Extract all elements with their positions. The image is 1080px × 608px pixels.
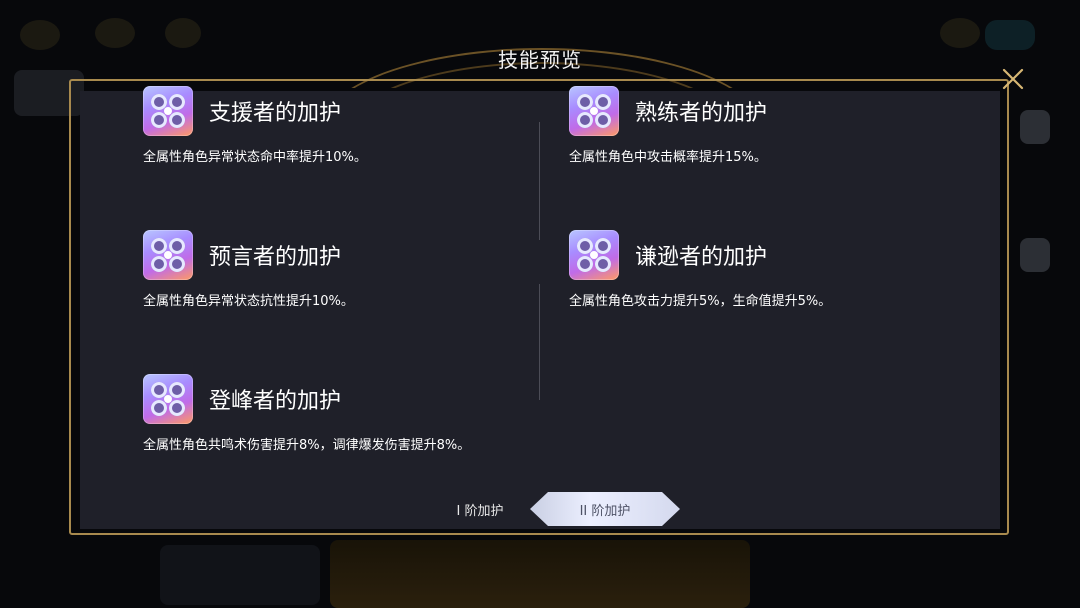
skill-card: 支援者的加护 全属性角色异常状态命中率提升10%。 (143, 86, 573, 176)
skill-description: 全属性角色中攻击概率提升15%。 (569, 150, 767, 165)
close-icon (1002, 68, 1024, 90)
skill-icon (143, 374, 193, 424)
dialog-title: 技能预览 (498, 48, 582, 72)
skill-card: 谦逊者的加护 全属性角色攻击力提升5%，生命值提升5%。 (569, 230, 999, 320)
skill-card: 预言者的加护 全属性角色异常状态抗性提升10%。 (143, 230, 573, 320)
skill-description: 全属性角色攻击力提升5%，生命值提升5%。 (569, 294, 832, 309)
skill-name: 谦逊者的加护 (635, 245, 768, 270)
tab-tier-1[interactable]: I 阶加护 (420, 492, 540, 526)
close-button[interactable] (996, 62, 1030, 96)
background-decoration (160, 545, 320, 605)
skill-icon (143, 86, 193, 136)
background-decoration (330, 540, 750, 608)
tab-tier-2[interactable]: II 阶加护 (530, 492, 680, 526)
tier-tabs: I 阶加护 II 阶加护 (400, 492, 690, 526)
skill-description: 全属性角色异常状态抗性提升10%。 (143, 294, 354, 309)
skill-icon (569, 86, 619, 136)
background-decoration (1020, 110, 1050, 144)
skill-icon (569, 230, 619, 280)
skill-description: 全属性角色共鸣术伤害提升8%，调律爆发伤害提升8%。 (143, 438, 471, 453)
skill-name: 登峰者的加护 (209, 389, 342, 414)
skill-name: 支援者的加护 (209, 101, 342, 126)
background-decoration (1020, 238, 1050, 272)
skill-card: 熟练者的加护 全属性角色中攻击概率提升15%。 (569, 86, 999, 176)
skill-card: 登峰者的加护 全属性角色共鸣术伤害提升8%，调律爆发伤害提升8%。 (143, 374, 573, 464)
skill-name: 预言者的加护 (209, 245, 342, 270)
skill-icon (143, 230, 193, 280)
skill-name: 熟练者的加护 (635, 101, 768, 126)
skill-description: 全属性角色异常状态命中率提升10%。 (143, 150, 367, 165)
